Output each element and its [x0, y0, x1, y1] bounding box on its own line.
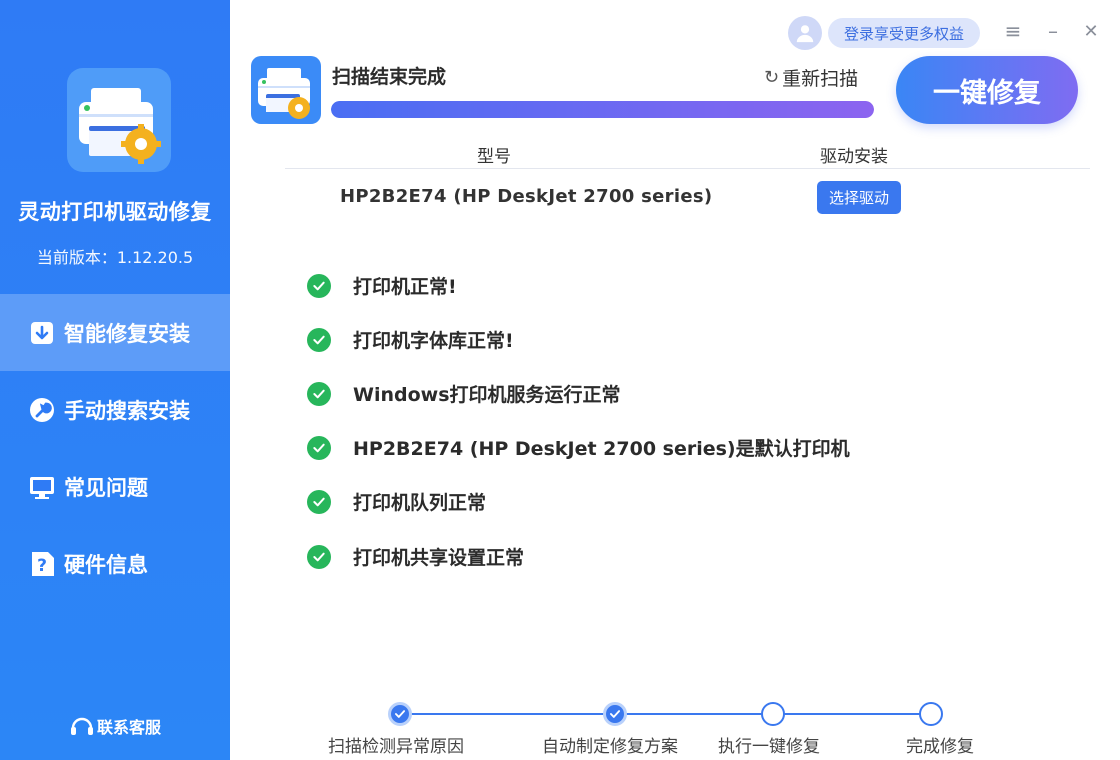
check-item: Windows打印机服务运行正常	[307, 380, 621, 407]
step-check-icon	[394, 710, 406, 718]
sidebar-item-label: 智能修复安装	[64, 321, 190, 346]
check-circle-icon	[307, 544, 331, 569]
monitor-icon	[28, 473, 56, 501]
check-circle-icon	[307, 381, 331, 406]
column-header-model: 型号	[477, 147, 511, 167]
step-node	[603, 702, 627, 726]
check-text: Windows打印机服务运行正常	[353, 384, 621, 406]
sidebar-item-label: 手动搜索安装	[64, 398, 190, 423]
step-node	[761, 702, 785, 726]
column-header-driver: 驱动安装	[820, 147, 888, 167]
one-click-fix-button[interactable]: 一键修复	[896, 56, 1078, 124]
scan-progress-fill	[331, 101, 874, 118]
menu-icon[interactable]: ≡	[1002, 18, 1024, 44]
app-version: 当前版本：1.12.20.5	[36, 248, 194, 267]
contact-support-button[interactable]: 联系客服	[0, 714, 230, 738]
svg-text:?: ?	[37, 556, 47, 576]
login-button[interactable]: 登录享受更多权益	[828, 18, 980, 48]
rescan-button[interactable]: ↻ 重新扫描	[764, 64, 858, 91]
printer-scan-icon	[251, 56, 321, 124]
sidebar-item-label: 硬件信息	[64, 552, 148, 577]
check-text: HP2B2E74 (HP DeskJet 2700 series)是默认打印机	[353, 438, 850, 460]
step-node	[388, 702, 412, 726]
sidebar-item-smart-repair[interactable]: 智能修复安装	[0, 294, 230, 371]
user-avatar[interactable]	[788, 16, 822, 50]
minimize-icon[interactable]: –	[1042, 18, 1064, 44]
check-item: 打印机正常!	[307, 272, 457, 299]
contact-label: 联系客服	[96, 718, 161, 737]
scan-progress-bar	[331, 101, 874, 118]
step-label: 扫描检测异常原因	[328, 737, 464, 757]
rescan-label: 重新扫描	[782, 68, 859, 90]
step-check-icon	[609, 710, 621, 718]
check-item: HP2B2E74 (HP DeskJet 2700 series)是默认打印机	[307, 434, 850, 461]
close-icon[interactable]: ✕	[1080, 18, 1102, 44]
check-item: 打印机队列正常	[307, 488, 486, 515]
check-circle-icon	[307, 489, 331, 514]
sidebar-item-hardware-info[interactable]: ? 硬件信息	[0, 525, 230, 602]
download-box-icon	[28, 319, 56, 347]
check-circle-icon	[307, 327, 331, 352]
check-item: 打印机字体库正常!	[307, 326, 514, 353]
step-label: 执行一键修复	[718, 737, 820, 757]
question-doc-icon: ?	[28, 550, 56, 578]
sidebar-item-label: 常见问题	[64, 475, 148, 500]
headset-icon	[70, 717, 93, 735]
check-item: 打印机共享设置正常	[307, 543, 524, 570]
app-name: 灵动打印机驱动修复	[18, 200, 212, 224]
step-node	[919, 702, 943, 726]
wrench-icon	[28, 396, 56, 424]
table-divider	[285, 168, 1090, 169]
sidebar: 灵动打印机驱动修复 当前版本：1.12.20.5 智能修复安装 手动搜索安装 常…	[0, 0, 230, 760]
check-text: 打印机正常!	[353, 276, 457, 298]
choose-driver-button[interactable]: 选择驱动	[817, 181, 901, 214]
check-circle-icon	[307, 435, 331, 460]
check-text: 打印机共享设置正常	[353, 547, 525, 569]
check-circle-icon	[307, 273, 331, 298]
scan-status-title: 扫描结束完成	[332, 66, 447, 88]
printer-model: HP2B2E74 (HP DeskJet 2700 series)	[340, 186, 713, 207]
check-text: 打印机字体库正常!	[353, 330, 514, 352]
sidebar-item-manual-search[interactable]: 手动搜索安装	[0, 371, 230, 448]
steps-connector-line	[400, 713, 932, 715]
printer-logo-icon	[67, 68, 171, 172]
user-icon	[796, 25, 814, 43]
step-label: 完成修复	[906, 737, 974, 757]
sidebar-nav: 智能修复安装 手动搜索安装 常见问题 ? 硬件信息	[0, 294, 230, 602]
refresh-icon: ↻	[764, 67, 780, 88]
step-label: 自动制定修复方案	[542, 737, 678, 757]
sidebar-item-faq[interactable]: 常见问题	[0, 448, 230, 525]
check-text: 打印机队列正常	[353, 492, 487, 514]
